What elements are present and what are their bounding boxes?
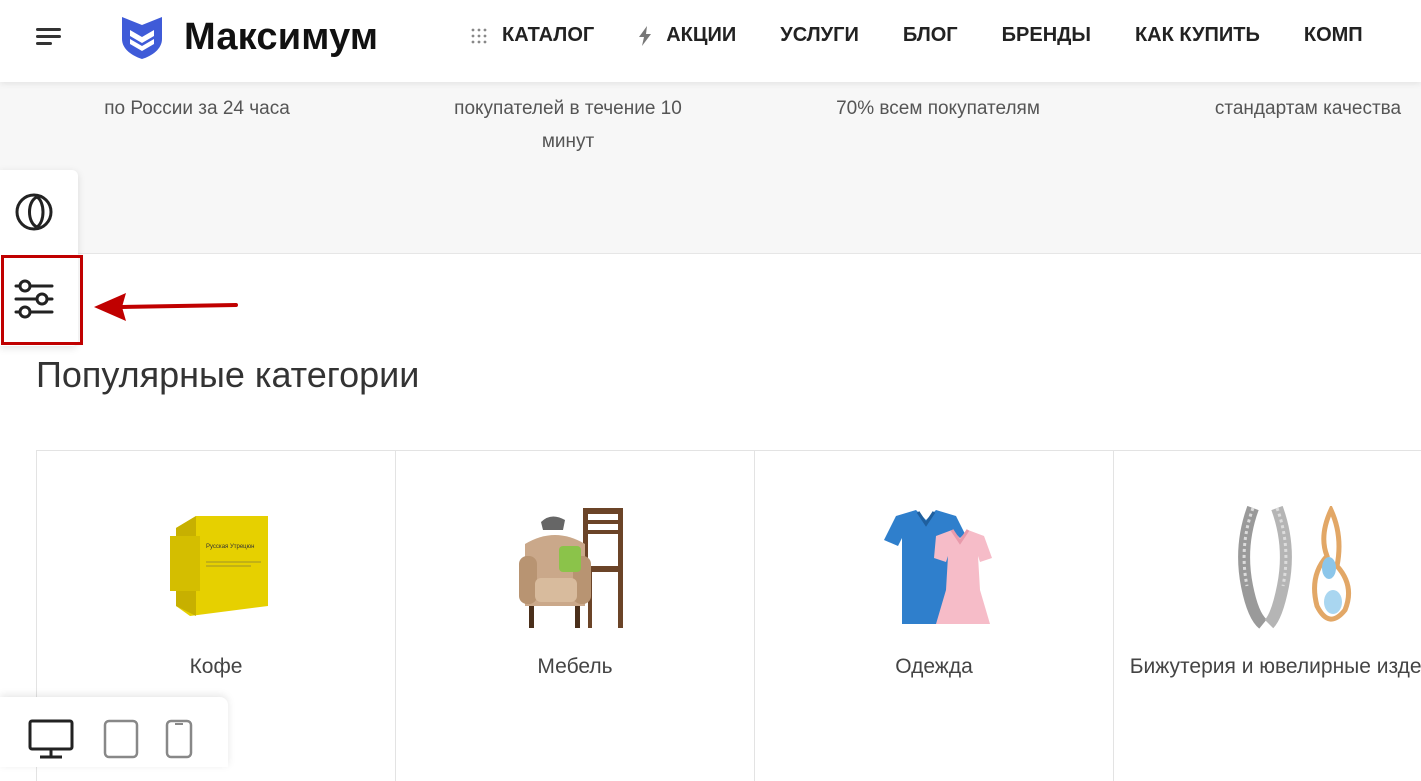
- logo[interactable]: Максимум: [118, 13, 378, 61]
- armchair-icon: [519, 508, 623, 628]
- logo-text: Максимум: [184, 15, 379, 58]
- feature-response: покупателей в течение 10 минут: [454, 98, 682, 152]
- nav-label: КАК КУПИТЬ: [1134, 24, 1260, 46]
- category-card-furniture[interactable]: Мебель: [396, 451, 755, 781]
- nav-item-how-to-buy[interactable]: КАК КУПИТЬ: [1135, 24, 1260, 47]
- category-label: Мебель: [537, 655, 613, 678]
- nav-label: БРЕНДЫ: [1001, 24, 1091, 46]
- site-header: Максимум КАТАЛОГ АКЦИИ УСЛУГИ БЛОГ БРЕНД…: [0, 0, 1421, 82]
- device-switcher: [0, 697, 228, 767]
- tablet-icon[interactable]: [103, 719, 139, 759]
- feature-delivery: по России за 24 часа: [104, 98, 290, 119]
- theme-toggle-icon[interactable]: [14, 192, 54, 232]
- main-nav: КАТАЛОГ АКЦИИ УСЛУГИ БЛОГ БРЕНДЫ КАК КУП…: [470, 24, 1407, 47]
- coffee-bag-icon: Русская Утрецюн: [170, 516, 268, 616]
- phone-icon[interactable]: [165, 719, 193, 759]
- nav-item-brands[interactable]: БРЕНДЫ: [1002, 24, 1091, 47]
- feature-quality: стандартам качества: [1214, 98, 1402, 119]
- desktop-icon[interactable]: [28, 719, 74, 759]
- logo-shield-icon: [122, 17, 162, 59]
- lightning-icon: [639, 25, 652, 46]
- grid-dots-icon: [471, 28, 487, 43]
- nav-label: БЛОГ: [902, 24, 958, 46]
- nav-item-company[interactable]: КОМП: [1304, 24, 1363, 47]
- category-card-clothing[interactable]: Одежда: [755, 451, 1114, 781]
- category-card-jewelry[interactable]: Бижутерия и ювелирные изделия: [1114, 451, 1421, 781]
- feature-discount: 70% всем покупателям: [836, 98, 1040, 119]
- category-label: Кофе: [189, 655, 243, 678]
- clothing-icon: [884, 510, 992, 624]
- nav-item-services[interactable]: УСЛУГИ: [780, 24, 859, 47]
- nav-item-sales[interactable]: АКЦИИ: [638, 24, 736, 47]
- highlight-box: [1, 255, 83, 345]
- section-title: Популярные категории: [36, 354, 420, 395]
- category-grid: Русская Утрецюн Кофе Мебель Одежда Бижут…: [36, 450, 1421, 781]
- nav-label: АКЦИИ: [666, 24, 737, 46]
- nav-label: УСЛУГИ: [780, 24, 859, 46]
- arrow-left-icon: [94, 293, 238, 321]
- features-band: по России за 24 часа покупателей в течен…: [0, 82, 1421, 254]
- nav-label: КОМП: [1303, 24, 1363, 46]
- package-text: Русская Утрецюн: [206, 544, 254, 550]
- nav-item-catalog[interactable]: КАТАЛОГ: [470, 24, 594, 47]
- menu-icon[interactable]: [36, 27, 62, 47]
- category-label: Бижутерия и ювелирные изделия: [1129, 655, 1421, 678]
- nav-item-blog[interactable]: БЛОГ: [903, 24, 958, 47]
- jewelry-icon: [1238, 506, 1352, 629]
- nav-label: КАТАЛОГ: [502, 24, 595, 46]
- category-label: Одежда: [895, 655, 973, 678]
